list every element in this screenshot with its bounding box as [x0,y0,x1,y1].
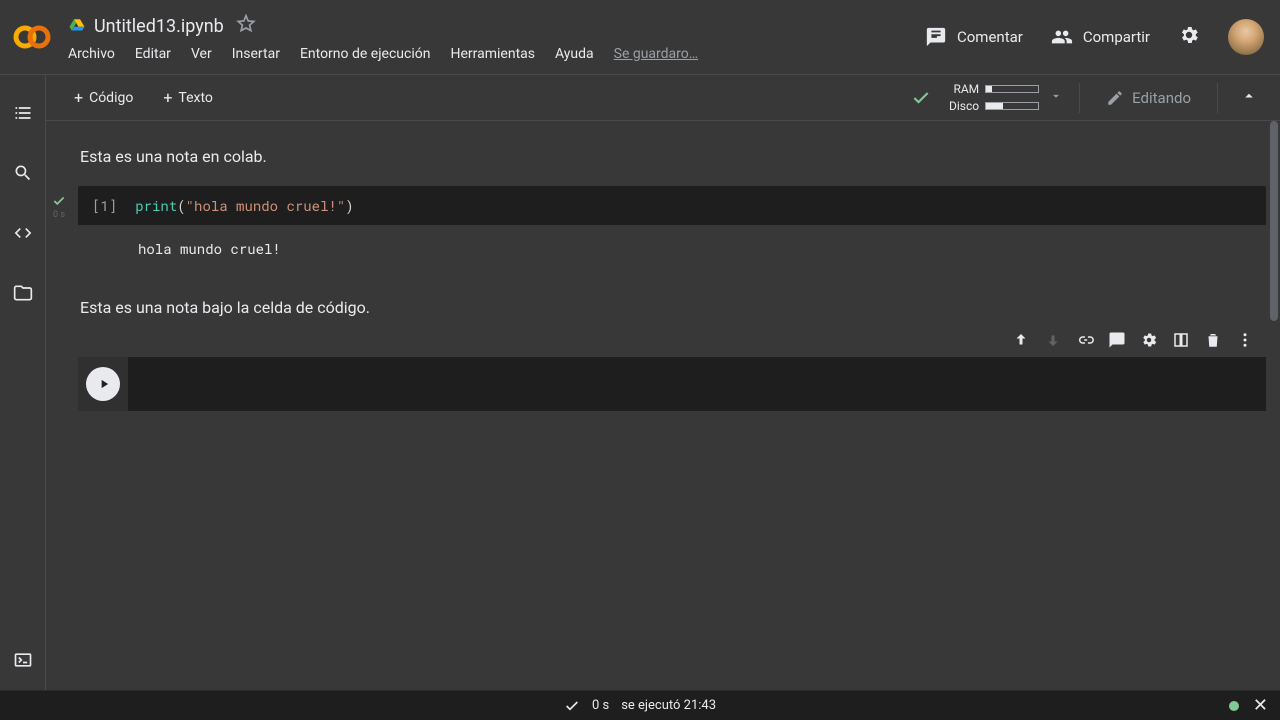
move-down-button[interactable] [1044,331,1062,349]
snippets-button[interactable] [11,221,35,245]
mirror-cell-button[interactable] [1172,331,1190,349]
ram-meter [985,85,1039,93]
menu-tools[interactable]: Herramientas [450,46,535,62]
left-sidebar [0,75,46,690]
colab-logo[interactable] [12,17,52,57]
menu-edit[interactable]: Editar [135,46,171,62]
connection-indicator [1229,701,1239,711]
star-button[interactable] [232,10,260,42]
menu-runtime[interactable]: Entorno de ejecución [300,46,431,62]
editing-mode-button[interactable]: Editando [1096,89,1201,107]
notebook-filename[interactable]: Untitled13.ipynb [94,16,224,37]
toc-button[interactable] [11,101,35,125]
output-text: hola mundo cruel! [138,239,281,258]
add-text-label: Texto [178,90,212,106]
more-cell-button[interactable] [1236,331,1254,349]
share-button[interactable]: Compartir [1051,26,1150,48]
status-executed: se ejecutó 21:43 [621,698,716,713]
add-text-button[interactable]: + Texto [155,84,221,112]
disk-label: Disco [941,99,979,113]
code-editor[interactable]: [1] print("hola mundo cruel!") [78,186,1266,225]
run-button-area [78,357,128,411]
status-bar: 0 s se ejecutó 21:43 ✕ [0,690,1280,720]
save-status[interactable]: Se guardaro… [614,46,699,62]
disk-meter [985,102,1039,110]
collapse-button[interactable] [1234,81,1264,115]
search-button[interactable] [11,161,35,185]
text-cell-content: Esta es una nota en colab. [80,147,267,166]
plus-icon: + [163,90,172,106]
text-cell-content: Esta es una nota bajo la celda de código… [80,298,370,317]
link-button[interactable] [1076,331,1094,349]
comment-button[interactable]: Comentar [925,26,1023,48]
execution-count: [1] [92,196,117,215]
add-code-label: Código [89,90,133,106]
files-button[interactable] [11,281,35,305]
runtime-status[interactable]: RAM Disco [911,82,1063,113]
menu-insert[interactable]: Insertar [232,46,280,62]
notebook-area[interactable]: Esta es una nota en colab. 0 s [1] print… [46,121,1280,690]
active-code-cell[interactable] [78,357,1266,411]
add-code-button[interactable]: + Código [66,84,141,112]
title-area: Untitled13.ipynb Archivo Editar Ver Inse… [68,12,925,62]
share-label: Compartir [1083,28,1150,46]
menu-help[interactable]: Ayuda [555,46,594,62]
resource-meters: RAM Disco [941,82,1039,113]
toolbar: + Código + Texto RAM Disco [0,75,1280,121]
close-status-button[interactable]: ✕ [1253,697,1268,715]
code-gutter: 0 s [52,194,66,220]
header-actions: Comentar Compartir [925,19,1264,55]
plus-icon: + [74,90,83,106]
status-duration: 0 s [592,698,609,713]
menu-bar: Archivo Editar Ver Insertar Entorno de e… [68,40,925,62]
settings-button[interactable] [1178,24,1200,50]
scrollbar[interactable] [1270,121,1278,321]
menu-file[interactable]: Archivo [68,46,115,62]
cell-settings-button[interactable] [1140,331,1158,349]
exec-timing: 0 s [53,210,65,220]
ram-label: RAM [941,82,979,96]
caret-down-icon[interactable] [1049,88,1063,107]
comment-label: Comentar [957,28,1023,46]
code-cell[interactable]: 0 s [1] print("hola mundo cruel!") hola … [60,186,1266,266]
code-output: hola mundo cruel! [78,225,1266,266]
comment-cell-button[interactable] [1108,331,1126,349]
separator [1217,83,1218,113]
delete-cell-button[interactable] [1204,331,1222,349]
active-code-editor[interactable] [128,357,1266,411]
run-button[interactable] [86,367,120,401]
header: Untitled13.ipynb Archivo Editar Ver Inse… [0,0,1280,75]
code-content: print("hola mundo cruel!") [135,196,353,215]
editing-label: Editando [1132,89,1191,107]
terminal-button[interactable] [11,648,35,672]
drive-icon [68,17,86,35]
menu-view[interactable]: Ver [191,46,212,62]
text-cell[interactable]: Esta es una nota en colab. [60,121,1266,186]
cell-toolbar [1004,327,1262,353]
separator [1079,83,1080,113]
move-up-button[interactable] [1012,331,1030,349]
user-avatar[interactable] [1228,19,1264,55]
